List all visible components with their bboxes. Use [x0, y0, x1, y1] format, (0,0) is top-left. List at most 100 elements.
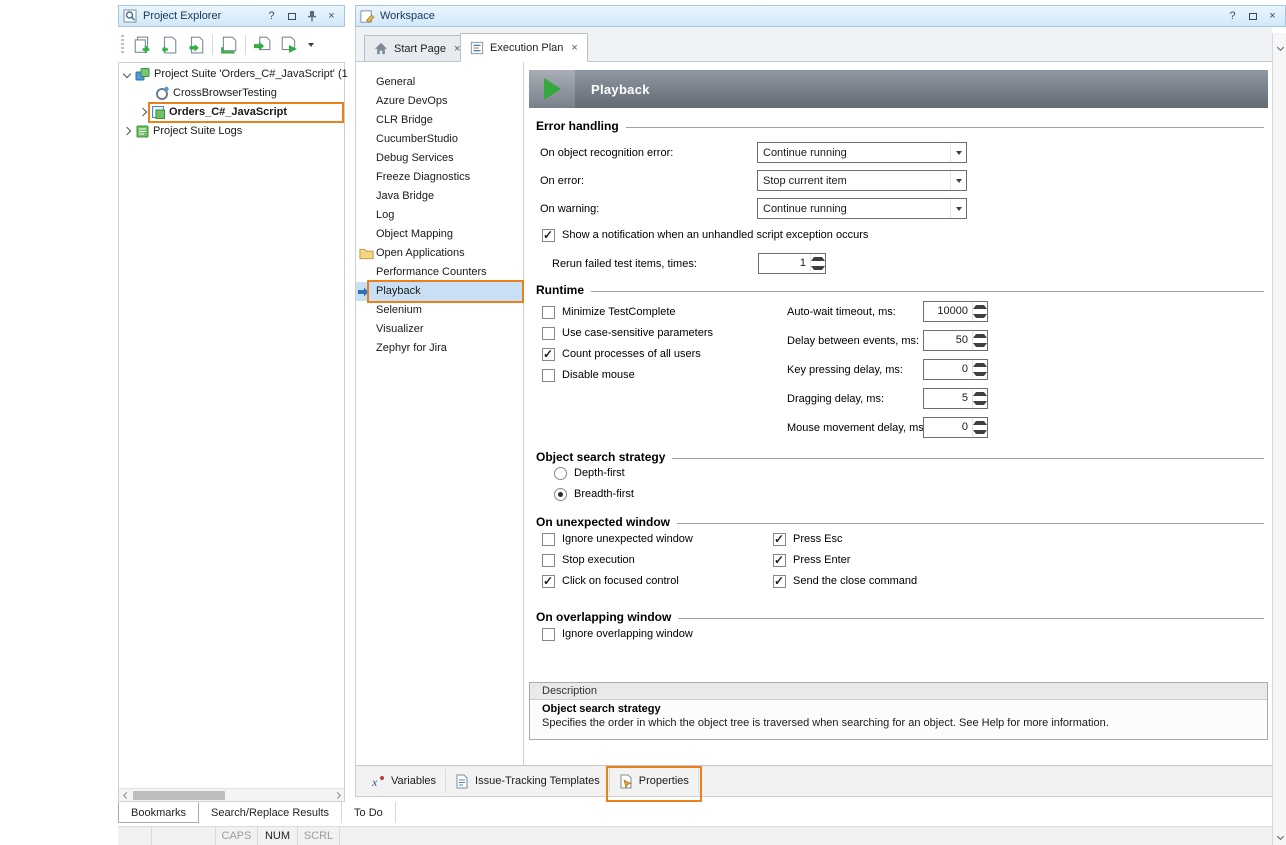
- checkbox-icon[interactable]: [542, 628, 555, 641]
- radio-icon[interactable]: [554, 467, 567, 480]
- float-button[interactable]: [283, 9, 300, 24]
- pin-button[interactable]: [303, 9, 320, 24]
- nav-item-clr-bridge[interactable]: CLR Bridge: [356, 111, 523, 130]
- import-project-button[interactable]: [251, 34, 273, 56]
- close-button[interactable]: ×: [1264, 9, 1281, 24]
- combo-dropdown-button[interactable]: [950, 143, 966, 162]
- spin-up-button[interactable]: [973, 389, 987, 399]
- combo-dropdown-button[interactable]: [950, 171, 966, 190]
- tab-execution-plan[interactable]: Execution Plan ×: [460, 33, 588, 62]
- scroll-right-button[interactable]: [330, 789, 344, 802]
- checkbox-icon[interactable]: [773, 533, 786, 546]
- tab-properties[interactable]: Properties: [610, 769, 699, 793]
- toolbar-overflow-button[interactable]: [305, 34, 317, 56]
- spinner-value[interactable]: 10000: [924, 302, 972, 321]
- spinner-value[interactable]: 1: [759, 254, 810, 273]
- new-project-button[interactable]: [158, 34, 180, 56]
- tree-node-project-suite[interactable]: Project Suite 'Orders_C#_JavaScript' (1: [119, 65, 344, 84]
- float-button[interactable]: [1244, 9, 1261, 24]
- workspace-scrollbar[interactable]: [1272, 33, 1286, 845]
- press-esc-checkbox[interactable]: Press Esc: [773, 531, 843, 547]
- checkbox-icon[interactable]: [542, 306, 555, 319]
- tree-node-crossbrowsertesting[interactable]: CrossBrowserTesting: [119, 84, 344, 103]
- nav-item-log[interactable]: Log: [356, 206, 523, 225]
- spin-down-button[interactable]: [973, 370, 987, 380]
- nav-item-performance-counters[interactable]: Performance Counters: [356, 263, 523, 282]
- spin-up-button[interactable]: [973, 302, 987, 312]
- minimize-testcomplete-checkbox[interactable]: Minimize TestComplete: [542, 304, 676, 320]
- on-object-recognition-error-combo[interactable]: Continue running: [757, 142, 967, 163]
- checkbox-icon[interactable]: [542, 575, 555, 588]
- nav-item-debug-services[interactable]: Debug Services: [356, 149, 523, 168]
- spin-down-button[interactable]: [973, 341, 987, 351]
- tab-bookmarks[interactable]: Bookmarks: [118, 802, 199, 823]
- spin-down-button[interactable]: [811, 264, 825, 274]
- checkbox-icon[interactable]: [773, 575, 786, 588]
- nav-item-azure-devops[interactable]: Azure DevOps: [356, 92, 523, 111]
- delay-between-events-spinner[interactable]: 50: [923, 330, 988, 351]
- disable-mouse-checkbox[interactable]: Disable mouse: [542, 367, 635, 383]
- spin-up-button[interactable]: [973, 331, 987, 341]
- tab-overflow-button[interactable]: [1274, 41, 1286, 54]
- checkbox-icon[interactable]: [542, 348, 555, 361]
- tree-horizontal-scrollbar[interactable]: [119, 788, 344, 801]
- combo-dropdown-button[interactable]: [950, 199, 966, 218]
- mouse-movement-delay-spinner[interactable]: 0: [923, 417, 988, 438]
- tab-start-page[interactable]: Start Page ×: [364, 35, 470, 62]
- run-project-button[interactable]: [278, 34, 300, 56]
- spinner-value[interactable]: 50: [924, 331, 972, 350]
- on-warning-combo[interactable]: Continue running: [757, 198, 967, 219]
- nav-item-playback[interactable]: Playback: [356, 282, 523, 301]
- send-close-command-checkbox[interactable]: Send the close command: [773, 573, 917, 589]
- depth-first-radio[interactable]: Depth-first: [554, 465, 625, 481]
- auto-wait-timeout-spinner[interactable]: 10000: [923, 301, 988, 322]
- tree-node-project-suite-logs[interactable]: Project Suite Logs: [119, 122, 344, 141]
- tab-variables[interactable]: x Variables: [361, 769, 446, 793]
- on-error-combo[interactable]: Stop current item: [757, 170, 967, 191]
- count-processes-checkbox[interactable]: Count processes of all users: [542, 346, 701, 362]
- tab-to-do[interactable]: To Do: [342, 802, 396, 823]
- help-button[interactable]: ?: [263, 9, 280, 24]
- spin-up-button[interactable]: [973, 360, 987, 370]
- case-sensitive-parameters-checkbox[interactable]: Use case-sensitive parameters: [542, 325, 713, 341]
- spin-down-button[interactable]: [973, 428, 987, 438]
- checkbox-icon[interactable]: [542, 327, 555, 340]
- click-focused-control-checkbox[interactable]: Click on focused control: [542, 573, 679, 589]
- checkbox-icon[interactable]: [542, 229, 555, 242]
- dragging-delay-spinner[interactable]: 5: [923, 388, 988, 409]
- add-existing-item-button[interactable]: [218, 34, 240, 56]
- nav-item-general[interactable]: General: [356, 73, 523, 92]
- show-notification-checkbox[interactable]: Show a notification when an unhandled sc…: [542, 227, 868, 243]
- tree-node-orders-project[interactable]: Orders_C#_JavaScript: [119, 103, 344, 122]
- breadth-first-radio[interactable]: Breadth-first: [554, 486, 634, 502]
- nav-item-cucumberstudio[interactable]: CucumberStudio: [356, 130, 523, 149]
- tab-search-replace-results[interactable]: Search/Replace Results: [199, 802, 342, 823]
- spinner-value[interactable]: 0: [924, 418, 972, 437]
- add-project-suite-button[interactable]: [131, 34, 153, 56]
- nav-item-freeze-diagnostics[interactable]: Freeze Diagnostics: [356, 168, 523, 187]
- nav-item-visualizer[interactable]: Visualizer: [356, 320, 523, 339]
- expander-open-icon[interactable]: [123, 70, 131, 78]
- spinner-value[interactable]: 0: [924, 360, 972, 379]
- help-button[interactable]: ?: [1224, 9, 1241, 24]
- open-project-button[interactable]: [185, 34, 207, 56]
- nav-item-java-bridge[interactable]: Java Bridge: [356, 187, 523, 206]
- tab-issue-tracking-templates[interactable]: Issue-Tracking Templates: [446, 769, 610, 793]
- checkbox-icon[interactable]: [773, 554, 786, 567]
- nav-item-open-applications[interactable]: Open Applications: [356, 244, 523, 263]
- nav-item-selenium[interactable]: Selenium: [356, 301, 523, 320]
- spin-up-button[interactable]: [973, 418, 987, 428]
- checkbox-icon[interactable]: [542, 554, 555, 567]
- spin-up-button[interactable]: [811, 254, 825, 264]
- nav-item-zephyr-for-jira[interactable]: Zephyr for Jira: [356, 339, 523, 358]
- stop-execution-checkbox[interactable]: Stop execution: [542, 552, 635, 568]
- expander-closed-icon[interactable]: [139, 108, 147, 116]
- scroll-down-button[interactable]: [1274, 830, 1286, 843]
- close-button[interactable]: ×: [323, 9, 340, 24]
- key-pressing-delay-spinner[interactable]: 0: [923, 359, 988, 380]
- expander-closed-icon[interactable]: [123, 127, 131, 135]
- radio-icon[interactable]: [554, 488, 567, 501]
- spin-down-button[interactable]: [973, 312, 987, 322]
- rerun-times-spinner[interactable]: 1: [758, 253, 826, 274]
- spinner-value[interactable]: 5: [924, 389, 972, 408]
